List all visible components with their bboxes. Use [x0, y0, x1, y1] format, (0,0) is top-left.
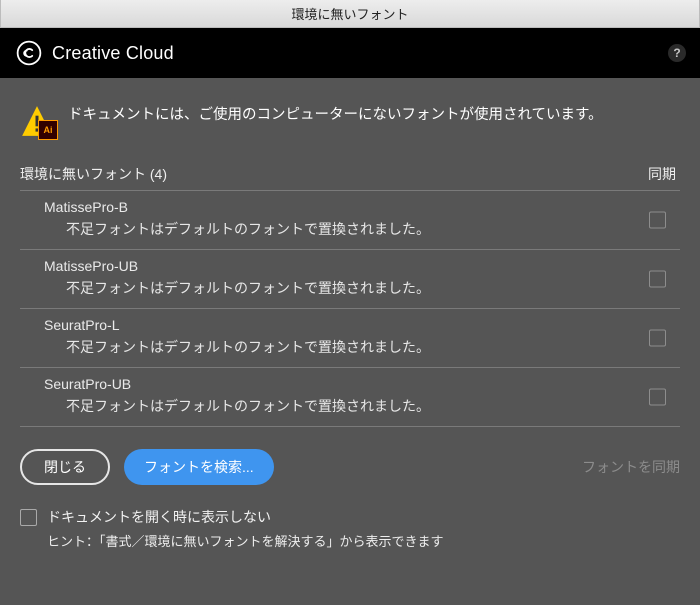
list-item: SeuratPro-L 不足フォントはデフォルトのフォントで置換されました。: [20, 308, 680, 367]
font-status-message: 不足フォントはデフォルトのフォントで置換されました。: [66, 396, 670, 416]
sync-fonts-button: フォントを同期: [582, 457, 680, 477]
list-item: SeuratPro-UB 不足フォントはデフォルトのフォントで置換されました。: [20, 367, 680, 427]
font-name: MatissePro-B: [44, 199, 670, 215]
list-heading: 環境に無いフォント (4): [20, 164, 167, 184]
header-title: Creative Cloud: [52, 43, 174, 64]
hint-text: ヒント：「書式／環境に無いフォントを解決する」から表示できます: [47, 531, 680, 550]
missing-font-list: MatissePro-B 不足フォントはデフォルトのフォントで置換されました。 …: [20, 190, 680, 427]
alert-row: Ai ドキュメントには、ご使用のコンピューターにないフォントが使用されています。: [20, 104, 680, 138]
button-row: 閉じる フォントを検索... フォントを同期: [20, 449, 680, 485]
sync-checkbox[interactable]: [649, 389, 666, 406]
warning-icon: Ai: [20, 104, 54, 138]
illustrator-badge-icon: Ai: [38, 120, 58, 140]
sync-column-heading: 同期: [648, 164, 676, 184]
list-item: MatissePro-UB 不足フォントはデフォルトのフォントで置換されました。: [20, 249, 680, 308]
find-fonts-button[interactable]: フォントを検索...: [124, 449, 274, 485]
list-item: MatissePro-B 不足フォントはデフォルトのフォントで置換されました。: [20, 190, 680, 249]
sync-checkbox[interactable]: [649, 330, 666, 347]
dont-show-label: ドキュメントを開く時に表示しない: [47, 507, 271, 527]
font-name: SeuratPro-UB: [44, 376, 670, 392]
sync-checkbox[interactable]: [649, 271, 666, 288]
bottom-option: ドキュメントを開く時に表示しない ヒント：「書式／環境に無いフォントを解決する」…: [20, 507, 680, 550]
help-button[interactable]: ?: [668, 44, 686, 62]
font-status-message: 不足フォントはデフォルトのフォントで置換されました。: [66, 219, 670, 239]
font-name: MatissePro-UB: [44, 258, 670, 274]
missing-fonts-dialog: 環境に無いフォント Creative Cloud ? Ai ドキュメントには、ご…: [0, 0, 700, 605]
creative-cloud-icon: [16, 40, 42, 66]
dont-show-checkbox[interactable]: [20, 509, 37, 526]
list-header: 環境に無いフォント (4) 同期: [20, 164, 680, 184]
window-title: 環境に無いフォント: [291, 4, 408, 23]
alert-text: ドキュメントには、ご使用のコンピューターにないフォントが使用されています。: [68, 104, 603, 127]
font-status-message: 不足フォントはデフォルトのフォントで置換されました。: [66, 337, 670, 357]
window-titlebar: 環境に無いフォント: [0, 0, 700, 28]
font-status-message: 不足フォントはデフォルトのフォントで置換されました。: [66, 278, 670, 298]
header-bar: Creative Cloud ?: [0, 28, 700, 78]
font-name: SeuratPro-L: [44, 317, 670, 333]
close-button[interactable]: 閉じる: [20, 449, 110, 485]
sync-checkbox[interactable]: [649, 212, 666, 229]
